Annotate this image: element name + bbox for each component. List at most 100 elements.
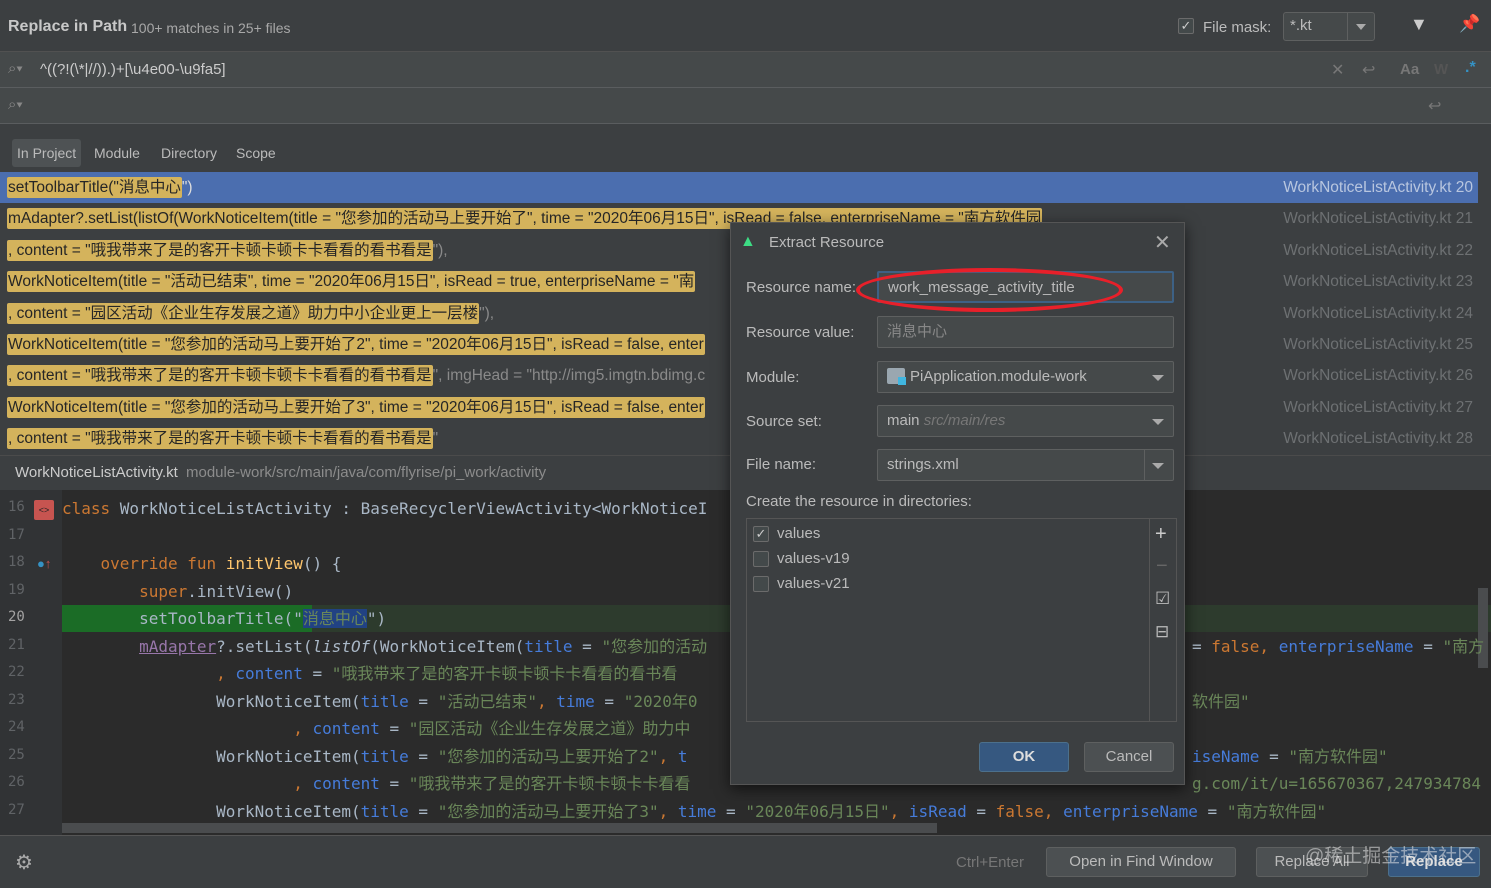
code-token: =	[408, 691, 438, 711]
code-token: ,	[293, 774, 313, 793]
replace-row: ⌕▾ ↩	[0, 88, 1491, 124]
match-context: "),	[479, 304, 495, 322]
code-token: title	[360, 801, 409, 821]
code-line: , content = "哦我带来了是的客开卡顿卡顿卡卡看看的看书看	[62, 660, 677, 687]
gear-icon[interactable]: ⚙	[15, 850, 33, 875]
code-token: class	[62, 499, 120, 518]
clear-icon[interactable]: ✕	[1331, 60, 1344, 80]
file-name-select[interactable]: strings.xml	[877, 449, 1174, 481]
code-token: isRead	[908, 801, 967, 821]
file-mask-select[interactable]: *.kt	[1283, 12, 1375, 41]
file-mask-checkbox[interactable]: ✓	[1178, 18, 1194, 34]
file-name-value: strings.xml	[887, 456, 959, 473]
code-token: "园区活动《企业生存发展之道》助力中	[408, 719, 691, 738]
class-icon: <>	[34, 500, 54, 520]
code-token: iseName	[1192, 746, 1260, 766]
match-context: ")	[181, 179, 193, 196]
line-number: 19	[8, 581, 25, 598]
resource-value-input[interactable]: 消息中心	[877, 316, 1174, 348]
code-token: "您参加的活动	[601, 636, 708, 656]
source-set-label: Source set:	[746, 413, 822, 430]
match-highlight: setToolbarTitle("消息中心	[7, 177, 182, 198]
line-number: 18	[8, 554, 25, 570]
match-highlight: WorkNoticeItem(title = "您参加的活动马上要开始了2", …	[7, 334, 705, 355]
replace-input[interactable]	[40, 97, 1320, 115]
code-token: "南方软件园"	[1288, 746, 1388, 766]
directory-checkbox[interactable]	[753, 551, 769, 567]
tab-in-project[interactable]: In Project	[12, 139, 82, 167]
footer: ⚙ Ctrl+Enter Open in Find Window Replace…	[0, 835, 1491, 888]
match-case-toggle[interactable]: Aa	[1400, 61, 1419, 78]
line-number: 26	[8, 774, 25, 790]
source-set-select[interactable]: main src/main/res	[877, 405, 1174, 437]
code-token: ,	[1043, 801, 1064, 821]
code-token: "南方	[1442, 636, 1485, 656]
code-token: enterpriseName	[1063, 801, 1198, 821]
directory-label: values	[777, 525, 821, 542]
cancel-button[interactable]: Cancel	[1084, 742, 1174, 772]
code-token: super	[62, 581, 188, 601]
code-token: "哦我带来了是的客开卡顿卡顿卡卡看看的看书看	[331, 664, 678, 683]
code-token: .initView()	[187, 581, 294, 601]
code-token: content	[235, 664, 303, 683]
directory-checkbox[interactable]: ✓	[753, 526, 769, 542]
code-token: ,	[216, 664, 236, 683]
module-select[interactable]: PiApplication.module-work	[877, 361, 1174, 393]
code-token: false,	[1211, 636, 1279, 656]
code-token: enterpriseName	[1278, 636, 1414, 656]
result-row[interactable]: setToolbarTitle("消息中心") WorkNoticeListAct…	[0, 172, 1478, 203]
scope-tabs: In Project Module Directory Scope	[0, 125, 1491, 172]
code-line-fragment: g.com/it/u=165670367,247934784	[1192, 770, 1481, 797]
code-token: "南方软件园"	[1226, 801, 1327, 821]
preview-file: WorkNoticeListActivity.kt	[15, 464, 178, 481]
preview-dir: module-work/src/main/java/com/flyrise/pi…	[185, 464, 547, 481]
directory-checkbox[interactable]	[753, 576, 769, 592]
regex-toggle[interactable]: .*	[1465, 59, 1476, 77]
words-toggle[interactable]: W	[1434, 61, 1448, 78]
code-token: t	[677, 746, 688, 766]
result-file: WorkNoticeListActivity.kt 25	[1283, 336, 1473, 353]
newline-icon[interactable]: ↩	[1362, 60, 1375, 80]
code-token: "活动已结束"	[437, 691, 537, 711]
line-number: 21	[8, 636, 25, 653]
close-icon[interactable]: ✕	[1154, 230, 1171, 255]
newline-icon[interactable]: ↩	[1428, 96, 1441, 116]
filter-icon[interactable]: ▼	[1410, 14, 1428, 35]
add-icon[interactable]: +	[1155, 523, 1167, 546]
resource-name-label: Resource name:	[746, 279, 857, 296]
ok-button[interactable]: OK	[979, 742, 1069, 772]
search-input[interactable]: ^((?!(\*|//)).)+[\u4e00-\u9fa5]	[40, 61, 226, 78]
remove-icon[interactable]: −	[1156, 555, 1168, 578]
code-token: =	[716, 801, 746, 821]
tab-directory[interactable]: Directory	[156, 139, 222, 167]
code-token: ,	[658, 746, 678, 766]
deselect-all-icon[interactable]: ⊟	[1155, 622, 1169, 642]
pin-icon[interactable]: 📌	[1459, 14, 1480, 34]
tab-module[interactable]: Module	[89, 139, 145, 167]
code-token: override fun	[62, 554, 226, 573]
code-token: =	[408, 801, 438, 821]
code-token: () {	[302, 554, 342, 573]
line-number: 17	[8, 526, 25, 543]
code-token: WorkNoticeItem(	[62, 691, 361, 711]
open-in-find-window-button[interactable]: Open in Find Window	[1046, 847, 1236, 877]
results-scrollbar[interactable]	[1479, 172, 1491, 455]
result-file: WorkNoticeListActivity.kt 23	[1283, 273, 1473, 291]
match-highlight: , content = "哦我带来了是的客开卡顿卡顿卡卡看看的看书看是	[7, 428, 433, 450]
code-line: , content = "哦我带来了是的客开卡顿卡顿卡卡看看	[62, 770, 690, 797]
code-token: "您参加的活动马上要开始了2"	[437, 746, 659, 766]
horizontal-scrollbar[interactable]	[62, 823, 937, 833]
code-token: mAdapter	[139, 636, 217, 656]
select-all-icon[interactable]: ☑	[1155, 589, 1170, 609]
code-line: super.initView()	[62, 578, 293, 605]
module-label: Module:	[746, 369, 800, 386]
code-line: mAdapter?.setList(listOf(WorkNoticeItem(…	[62, 633, 707, 660]
match-highlight: , content = "哦我带来了是的客开卡顿卡顿卡卡看看的看书看是	[7, 365, 433, 387]
code-token: content	[312, 774, 380, 793]
code-token: "哦我带来了是的客开卡顿卡顿卡卡看看	[408, 774, 691, 793]
gutter: 16 17 18 19 20 21 22 23 24 25 26 27	[0, 490, 62, 835]
code-line: override fun initView() {	[62, 550, 342, 577]
code-token: WorkNoticeItem(	[62, 801, 361, 821]
search-icon: ⌕▾	[8, 60, 23, 77]
tab-scope[interactable]: Scope	[231, 139, 281, 167]
